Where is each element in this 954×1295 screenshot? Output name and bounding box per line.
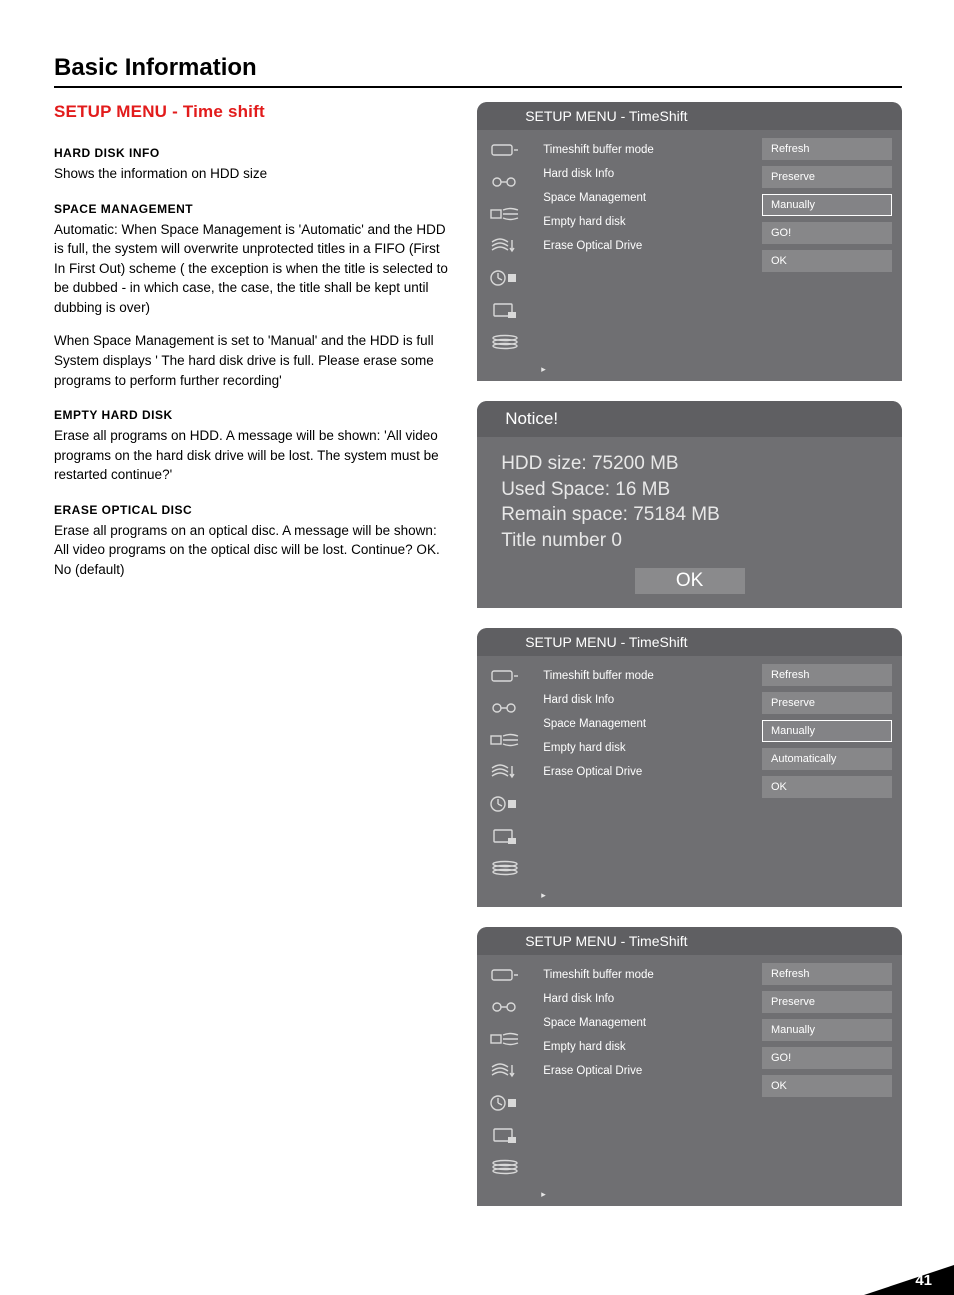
playback-icon[interactable] [486,995,524,1019]
page-title: Basic Information [54,54,902,88]
value-button[interactable]: Refresh [762,664,892,686]
left-column: SETUP MENU - Time shift HARD DISK INFO S… [54,102,449,1206]
menu-item[interactable]: Timeshift buffer mode [543,963,754,987]
panel-menu-list: Timeshift buffer modeHard disk InfoSpace… [533,656,762,888]
storage-icon[interactable] [486,856,524,880]
notice-line-used-space: Used Space: 16 MB [501,477,878,503]
menu-item[interactable]: Hard disk Info [543,688,754,712]
storage-icon[interactable] [486,330,524,354]
notice-ok-button[interactable]: OK [635,568,745,594]
playback-icon[interactable] [486,170,524,194]
setup-panel-2: SETUP MENU - TimeShift Timeshift buffer … [477,628,902,907]
play-indicator-icon: ▸ [477,888,902,907]
menu-item[interactable]: Empty hard disk [543,1035,754,1059]
recording-icon[interactable] [486,664,524,688]
paragraph: Automatic: When Space Management is 'Aut… [54,220,449,318]
heading-empty-hard-disk: EMPTY HARD DISK [54,408,449,422]
menu-item[interactable]: Erase Optical Drive [543,760,754,784]
menu-item[interactable]: Space Management [543,186,754,210]
value-button[interactable]: Manually [762,1019,892,1041]
menu-item[interactable]: Empty hard disk [543,736,754,760]
paragraph: When Space Management is set to 'Manual'… [54,331,449,390]
recording-icon[interactable] [486,963,524,987]
value-button[interactable]: Manually [762,194,892,216]
panel-title: SETUP MENU - TimeShift [477,927,902,955]
display-icon[interactable] [486,1123,524,1147]
panel-icon-column [477,130,533,362]
paragraph: Erase all programs on HDD. A message wil… [54,426,449,485]
value-button[interactable]: Preserve [762,692,892,714]
value-button[interactable]: Refresh [762,138,892,160]
storage-icon[interactable] [486,1155,524,1179]
panel-icon-column [477,656,533,888]
menu-item[interactable]: Hard disk Info [543,162,754,186]
setup-panel-3: SETUP MENU - TimeShift Timeshift buffer … [477,927,902,1206]
page-corner-decoration [864,1265,954,1295]
audio-icon[interactable] [486,1027,524,1051]
panel-menu-list: Timeshift buffer modeHard disk InfoSpace… [533,130,762,362]
panel-value-list: Refresh Preserve Manually GO! OK [762,955,902,1187]
notice-line-title-number: Title number 0 [501,528,878,554]
menu-item[interactable]: Timeshift buffer mode [543,664,754,688]
display-icon[interactable] [486,298,524,322]
right-column: SETUP MENU - TimeShift Timeshift buffer … [477,102,902,1206]
value-button[interactable]: OK [762,250,892,272]
heading-space-management: SPACE MANAGEMENT [54,202,449,216]
panel-title: SETUP MENU - TimeShift [477,102,902,130]
network-icon[interactable] [486,760,524,784]
audio-icon[interactable] [486,728,524,752]
notice-dialog: Notice! HDD size: 75200 MB Used Space: 1… [477,401,902,608]
timeshift-icon[interactable] [486,792,524,816]
timeshift-icon[interactable] [486,266,524,290]
heading-hard-disk-info: HARD DISK INFO [54,146,449,160]
value-button[interactable]: Preserve [762,166,892,188]
menu-item[interactable]: Space Management [543,712,754,736]
panel-icon-column [477,955,533,1187]
value-button[interactable]: Refresh [762,963,892,985]
value-button[interactable]: GO! [762,222,892,244]
value-button[interactable]: Preserve [762,991,892,1013]
panel-value-list: Refresh Preserve Manually GO! OK [762,130,902,362]
timeshift-icon[interactable] [486,1091,524,1115]
value-button[interactable]: Manually [762,720,892,742]
paragraph: Erase all programs on an optical disc. A… [54,521,449,580]
heading-erase-optical-disc: ERASE OPTICAL DISC [54,503,449,517]
page-number: 41 [915,1272,932,1289]
recording-icon[interactable] [486,138,524,162]
value-button[interactable]: OK [762,1075,892,1097]
network-icon[interactable] [486,234,524,258]
menu-item[interactable]: Timeshift buffer mode [543,138,754,162]
panel-menu-list: Timeshift buffer modeHard disk InfoSpace… [533,955,762,1187]
panel-title: SETUP MENU - TimeShift [477,628,902,656]
section-subtitle: SETUP MENU - Time shift [54,102,449,122]
setup-panel-1: SETUP MENU - TimeShift Timeshift buffer … [477,102,902,381]
display-icon[interactable] [486,824,524,848]
play-indicator-icon: ▸ [477,362,902,381]
menu-item[interactable]: Hard disk Info [543,987,754,1011]
menu-item[interactable]: Empty hard disk [543,210,754,234]
network-icon[interactable] [486,1059,524,1083]
play-indicator-icon: ▸ [477,1187,902,1206]
menu-item[interactable]: Erase Optical Drive [543,1059,754,1083]
notice-title: Notice! [477,401,902,437]
menu-item[interactable]: Erase Optical Drive [543,234,754,258]
paragraph: Shows the information on HDD size [54,164,449,184]
value-button[interactable]: Automatically [762,748,892,770]
notice-line-hdd-size: HDD size: 75200 MB [501,451,878,477]
playback-icon[interactable] [486,696,524,720]
menu-item[interactable]: Space Management [543,1011,754,1035]
value-button[interactable]: GO! [762,1047,892,1069]
notice-line-remain-space: Remain space: 75184 MB [501,502,878,528]
audio-icon[interactable] [486,202,524,226]
panel-value-list: Refresh Preserve Manually Automatically OK [762,656,902,888]
value-button[interactable]: OK [762,776,892,798]
